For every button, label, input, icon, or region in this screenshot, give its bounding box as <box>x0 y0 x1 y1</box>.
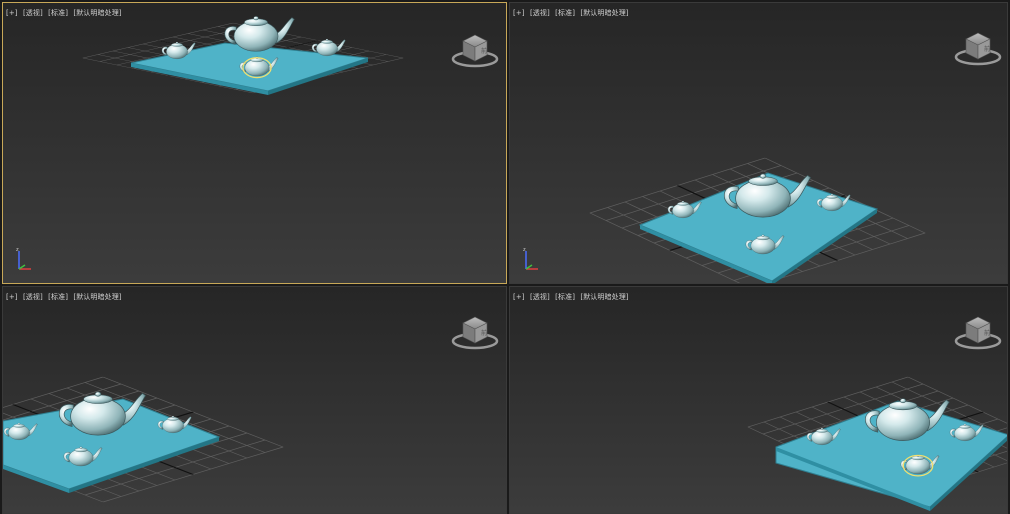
viewport-bottom-right[interactable]: [+] [透视] [标准] [默认明暗处理] <box>509 286 1008 514</box>
axis-tripod-icon <box>15 247 32 270</box>
viewcube-icon[interactable] <box>954 25 1002 69</box>
scene-top-left[interactable] <box>3 3 507 284</box>
viewcube-icon[interactable] <box>451 309 499 353</box>
axis-tripod-icon <box>522 247 539 270</box>
viewcube-icon[interactable] <box>954 309 1002 353</box>
viewcube-icon[interactable] <box>451 27 499 71</box>
scene-top-right[interactable] <box>510 3 1008 284</box>
viewport-bottom-left[interactable]: [+] [透视] [标准] [默认明暗处理] <box>2 286 507 514</box>
viewport-top-right[interactable]: [+] [透视] [标准] [默认明暗处理] <box>509 2 1008 284</box>
scene-bottom-left[interactable] <box>3 287 507 514</box>
scene-bottom-right[interactable] <box>510 287 1008 514</box>
viewport-top-left[interactable]: [+] [透视] [标准] [默认明暗处理] <box>2 2 507 284</box>
